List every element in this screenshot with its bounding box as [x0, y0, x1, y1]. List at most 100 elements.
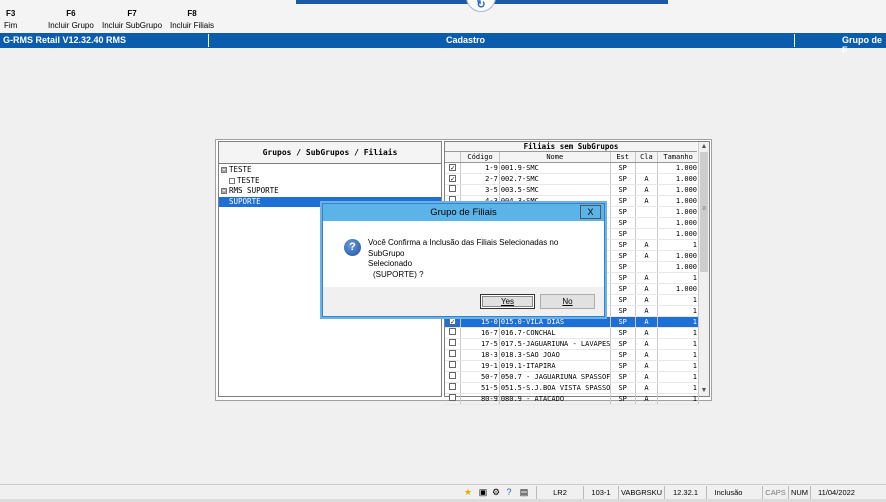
- status-caps: CAPS: [762, 486, 788, 499]
- cell-est: SP: [610, 327, 636, 339]
- f3-label: Fim: [4, 21, 18, 30]
- row-checkbox[interactable]: [449, 350, 457, 357]
- row-checkbox[interactable]: [449, 361, 457, 368]
- f7-add-subgroup-button[interactable]: F7 Incluir SubGrupo: [102, 8, 162, 32]
- dialog-message-line: (SUPORTE) ?: [373, 269, 424, 279]
- cell-cla: A: [635, 316, 659, 328]
- row-checkbox[interactable]: [449, 185, 457, 192]
- cell-check: ✓: [445, 316, 462, 328]
- row-checkbox[interactable]: [449, 196, 457, 203]
- row-checkbox[interactable]: ✓: [449, 318, 457, 326]
- row-checkbox[interactable]: [449, 394, 457, 401]
- scroll-thumb[interactable]: [700, 152, 708, 272]
- f6-add-group-button[interactable]: F6 Incluir Grupo: [48, 8, 94, 32]
- dialog-close-button[interactable]: X: [580, 205, 601, 219]
- settings-icon[interactable]: ⚙: [490, 486, 502, 498]
- cell-tamanho: 1.000: [657, 173, 699, 185]
- clipboard-icon[interactable]: ▤: [518, 486, 530, 498]
- cell-codigo: 17-5: [460, 338, 500, 350]
- star-icon[interactable]: ★: [462, 486, 474, 498]
- table-row[interactable]: ✓ 15-0 015.0-VILA DIAS SP A 1: [445, 316, 699, 328]
- cell-est: SP: [610, 261, 636, 273]
- col-est[interactable]: Est: [610, 152, 636, 163]
- table-row[interactable]: 80-9 080.9 - ATACADO SP A 1: [445, 393, 699, 405]
- table-row[interactable]: 51-5 051.5-S.J.BOA VISTA SPASSOFA SP A 1: [445, 382, 699, 394]
- cell-est: SP: [610, 217, 636, 229]
- cell-cla: A: [635, 283, 659, 295]
- f3-exit-button[interactable]: F3 Fim: [4, 8, 17, 32]
- cell-check: [445, 184, 462, 196]
- row-checkbox[interactable]: ✓: [449, 164, 457, 172]
- table-row[interactable]: 50-7 050.7 - JAGUARIUNA SPASSOFA SP A 1: [445, 371, 699, 383]
- cell-est: SP: [610, 228, 636, 240]
- row-checkbox[interactable]: [449, 328, 457, 335]
- cell-nome: 018.3-SAO JOAO: [499, 349, 611, 361]
- table-row[interactable]: 17-5 017.5-JAGUARIUNA - LAVAPES SP A 1: [445, 338, 699, 350]
- col-cla[interactable]: Cla: [635, 152, 659, 163]
- cell-cla: A: [635, 195, 659, 207]
- app-logo-icon: ↻: [466, 0, 496, 12]
- table-row[interactable]: 3-5 003.5-SMC SP A 1.000: [445, 184, 699, 196]
- row-checkbox[interactable]: ✓: [449, 175, 457, 183]
- col-tamanho[interactable]: Tamanho: [657, 152, 699, 163]
- title-bar: G-RMS Retail V12.32.40 RMS Cadastro Grup…: [0, 33, 886, 55]
- f8-add-branches-button[interactable]: F8 Incluir Filiais: [170, 8, 214, 32]
- table-row[interactable]: ✓ 1-9 001.9-SMC SP 1.000: [445, 162, 699, 174]
- branches-scrollbar[interactable]: ▲ ≡ ▼: [698, 142, 709, 396]
- cell-tamanho: 1.000: [657, 283, 699, 295]
- table-row[interactable]: 19-1 019.1-ITAPIRA SP A 1: [445, 360, 699, 372]
- cell-tamanho: 1: [657, 239, 699, 251]
- cell-check: ✓: [445, 173, 462, 185]
- tree-node-subgroup[interactable]: TESTE: [219, 176, 441, 187]
- cell-check: [445, 371, 462, 383]
- cell-tamanho: 1: [657, 338, 699, 350]
- cell-nome: 019.1-ITAPIRA: [499, 360, 611, 372]
- cell-cla: A: [635, 305, 659, 317]
- cell-check: [445, 382, 462, 394]
- status-version: 12.32.1: [664, 486, 706, 499]
- cell-est: SP: [610, 305, 636, 317]
- row-checkbox[interactable]: [449, 383, 457, 390]
- folder-icon[interactable]: ▣: [477, 486, 489, 498]
- cell-est: SP: [610, 349, 636, 361]
- cell-tamanho: 1.000: [657, 184, 699, 196]
- cell-tamanho: 1.000: [657, 261, 699, 273]
- col-nome[interactable]: Nome: [499, 152, 611, 163]
- table-row[interactable]: ✓ 2-7 002.7-SMC SP A 1.000: [445, 173, 699, 185]
- tree-node-label: TESTE: [229, 165, 252, 174]
- col-codigo[interactable]: Código: [460, 152, 500, 163]
- cell-check: [445, 360, 462, 372]
- dialog-message: Você Confirma a Inclusão das Filiais Sel…: [368, 238, 593, 280]
- collapse-icon[interactable]: ⊟: [221, 188, 227, 195]
- tree-node-group[interactable]: ⊟ RMS SUPORTE: [219, 186, 441, 197]
- table-row[interactable]: 18-3 018.3-SAO JOAO SP A 1: [445, 349, 699, 361]
- cell-nome: 051.5-S.J.BOA VISTA SPASSOFA: [499, 382, 611, 394]
- cell-cla: A: [635, 382, 659, 394]
- cell-tamanho: 1.000: [657, 206, 699, 218]
- collapse-icon[interactable]: ⊟: [221, 167, 227, 174]
- no-button[interactable]: No: [540, 294, 595, 309]
- table-row[interactable]: 16-7 016.7-CONCHAL SP A 1: [445, 327, 699, 339]
- branches-panel-header: Filiais sem SubGrupos: [445, 142, 697, 152]
- f8-key: F8: [187, 9, 197, 18]
- row-checkbox[interactable]: [449, 339, 457, 346]
- leaf-node-icon: [229, 177, 235, 184]
- cell-check: ✓: [445, 162, 462, 174]
- scroll-down-icon[interactable]: ▼: [699, 386, 709, 396]
- tree-node-group[interactable]: ⊟ TESTE: [219, 165, 441, 176]
- cell-est: SP: [610, 272, 636, 284]
- cell-tamanho: 1: [657, 327, 699, 339]
- cell-codigo: 51-5: [460, 382, 500, 394]
- yes-button[interactable]: Yes: [480, 294, 535, 309]
- help-icon[interactable]: ?: [503, 486, 515, 498]
- f7-key: F7: [127, 9, 137, 18]
- dialog-body: ? Você Confirma a Inclusão das Filiais S…: [323, 221, 604, 287]
- cell-codigo: 80-9: [460, 393, 500, 405]
- f6-label: Incluir Grupo: [48, 21, 94, 30]
- scroll-up-icon[interactable]: ▲: [699, 142, 709, 152]
- row-checkbox[interactable]: [449, 372, 457, 379]
- yes-button-label: Yes: [500, 297, 515, 306]
- cell-cla: A: [635, 294, 659, 306]
- question-icon: ?: [344, 239, 361, 256]
- cell-nome: 002.7-SMC: [499, 173, 611, 185]
